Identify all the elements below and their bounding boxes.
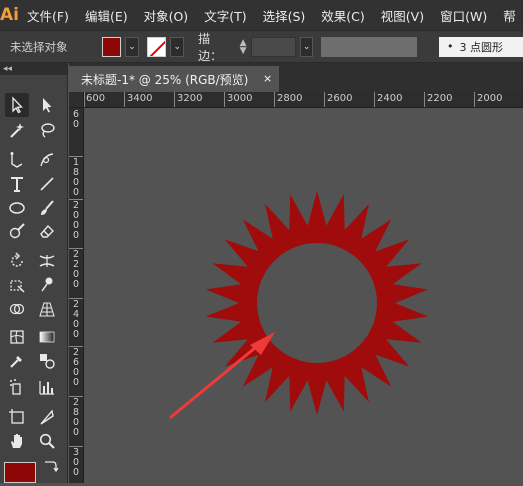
stroke-dropdown[interactable]: ⌄: [170, 36, 185, 57]
fill-swatch[interactable]: [101, 36, 122, 57]
ruler-v-label: 2 4 0 0: [72, 299, 80, 340]
document-title: 未标题-1* @ 25% (RGB/预览): [81, 72, 249, 87]
vertical-ruler[interactable]: 6 0 1 8 0 0 2 0 0 0 2 2 0 0 2 4 0 0 2 6 …: [69, 108, 84, 483]
menu-object[interactable]: 对象(O): [136, 6, 197, 25]
ruler-h-label: 600: [86, 93, 106, 104]
brush-definition[interactable]: • 3 点圆形: [438, 36, 523, 57]
zoom-tool-icon[interactable]: [35, 429, 59, 453]
ruler-v-label: 3 0 0: [72, 447, 80, 478]
rotate-tool-icon[interactable]: [5, 249, 29, 273]
stroke-swatch[interactable]: [146, 36, 167, 57]
menu-type[interactable]: 文字(T): [196, 6, 254, 25]
menu-select[interactable]: 选择(S): [255, 6, 314, 25]
ruler-h-label: 2600: [327, 93, 353, 104]
magic-wand-tool-icon[interactable]: [5, 118, 29, 142]
perspective-grid-tool-icon[interactable]: [35, 297, 59, 321]
stroke-weight-input[interactable]: [250, 36, 296, 57]
paintbrush-tool-icon[interactable]: [35, 196, 59, 220]
ruler-origin[interactable]: [69, 92, 84, 108]
eraser-tool-icon[interactable]: [35, 219, 59, 243]
starburst-inner-hole: [257, 243, 377, 363]
brush-dot-icon: •: [446, 40, 454, 53]
ruler-h-label: 3000: [227, 93, 253, 104]
menu-file[interactable]: 文件(F): [19, 6, 77, 25]
ruler-v-label: 6 0: [72, 109, 80, 130]
artboard-tool-icon[interactable]: [5, 405, 29, 429]
ruler-v-label: 1 8 0 0: [72, 157, 80, 198]
eyedropper-tool-icon[interactable]: [5, 349, 29, 373]
ruler-v-label: 2 0 0 0: [72, 200, 80, 241]
swap-colors-icon[interactable]: [40, 459, 60, 473]
lasso-tool-icon[interactable]: [35, 118, 59, 142]
menu-edit[interactable]: 编辑(E): [77, 6, 136, 25]
toolbox-collapse[interactable]: ◂◂: [0, 63, 67, 75]
stroke-spinner[interactable]: ▲ ▼: [237, 37, 249, 57]
fill-dropdown[interactable]: ⌄: [125, 36, 139, 57]
close-tab-icon[interactable]: ×: [263, 66, 272, 92]
brush-label: 3 点圆形: [459, 40, 503, 54]
stroke-label: 描边：: [198, 31, 223, 63]
toolbox: ◂◂: [0, 63, 68, 483]
free-transform-tool-icon[interactable]: [5, 273, 29, 297]
pen-tool-icon[interactable]: [5, 148, 29, 172]
document-tab[interactable]: 未标题-1* @ 25% (RGB/预览) ×: [69, 66, 279, 92]
shaper-tool-icon[interactable]: [5, 219, 29, 243]
menu-window[interactable]: 窗口(W): [432, 6, 495, 25]
document-tab-bar: 未标题-1* @ 25% (RGB/预览) ×: [69, 63, 523, 92]
ruler-h-label: 2400: [377, 93, 403, 104]
ruler-v-label: 2 2 0 0: [72, 249, 80, 290]
curvature-tool-icon[interactable]: [35, 148, 59, 172]
puppet-warp-tool-icon[interactable]: [35, 273, 59, 297]
menu-effect[interactable]: 效果(C): [313, 6, 372, 25]
ruler-h-label: 2000: [477, 93, 503, 104]
selection-tool-icon[interactable]: [5, 93, 29, 117]
shape-builder-tool-icon[interactable]: [5, 297, 29, 321]
hand-tool-icon[interactable]: [5, 429, 29, 453]
ruler-h-label: 2200: [427, 93, 453, 104]
menu-help[interactable]: 帮: [495, 6, 523, 25]
line-segment-tool-icon[interactable]: [35, 172, 59, 196]
ruler-v-label: 2 6 0 0: [72, 347, 80, 388]
stroke-weight-dropdown[interactable]: ⌄: [299, 36, 314, 57]
selection-status: 未选择对象: [10, 39, 68, 54]
ruler-h-label: 3200: [177, 93, 203, 104]
mesh-tool-icon[interactable]: [5, 325, 29, 349]
gradient-tool-icon[interactable]: [35, 325, 59, 349]
blend-tool-icon[interactable]: [35, 349, 59, 373]
menu-bar: Ai 文件(F) 编辑(E) 对象(O) 文字(T) 选择(S) 效果(C) 视…: [0, 0, 523, 30]
ellipse-tool-icon[interactable]: [5, 196, 29, 220]
direct-selection-tool-icon[interactable]: [35, 93, 59, 117]
ruler-h-label: 3400: [127, 93, 153, 104]
artwork-layer: [169, 191, 429, 419]
artboard-canvas[interactable]: [85, 109, 523, 483]
type-tool-icon[interactable]: [5, 172, 29, 196]
width-tool-icon[interactable]: [35, 249, 59, 273]
menu-view[interactable]: 视图(V): [373, 6, 432, 25]
slice-tool-icon[interactable]: [35, 405, 59, 429]
ruler-v-label: 2 8 0 0: [72, 397, 80, 438]
symbol-sprayer-tool-icon[interactable]: [5, 375, 29, 399]
column-graph-tool-icon[interactable]: [35, 375, 59, 399]
control-bar: 未选择对象 ⌄ ⌄ 描边： ▲ ▼ ⌄ • 3 点圆形: [0, 30, 523, 63]
ruler-h-label: 2800: [277, 93, 303, 104]
variable-width-field[interactable]: [321, 36, 417, 57]
fill-color-swatch[interactable]: [4, 462, 36, 483]
app-logo: Ai: [0, 5, 19, 25]
horizontal-ruler[interactable]: 600 3400 3200 3000 2800 2600 2400 2200 2…: [84, 92, 523, 108]
